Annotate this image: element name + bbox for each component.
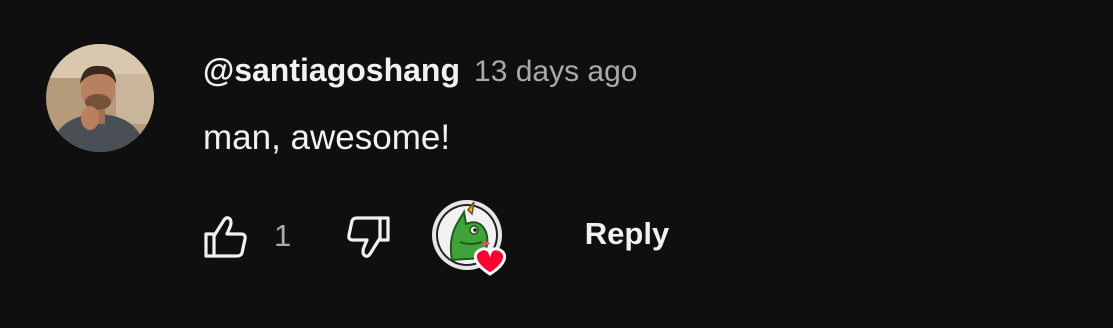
like-button[interactable] xyxy=(200,214,252,260)
thumbs-up-icon xyxy=(204,216,247,258)
like-count: 1 xyxy=(274,218,292,253)
comment-timestamp[interactable]: 13 days ago xyxy=(474,55,637,89)
dislike-button[interactable] xyxy=(342,214,394,260)
comment-thread: @santiagoshang 13 days ago man, awesome!… xyxy=(0,0,1113,328)
author-name[interactable]: @santiagoshang xyxy=(203,52,460,89)
author-avatar[interactable] xyxy=(46,44,154,152)
comment-text: man, awesome! xyxy=(203,118,451,157)
creator-heart-icon xyxy=(432,200,507,276)
avatar-photo-icon xyxy=(46,44,154,152)
thumbs-down-icon xyxy=(347,216,390,258)
reply-button[interactable]: Reply xyxy=(568,206,686,262)
creator-heart-badge xyxy=(430,198,512,276)
comment-header: @santiagoshang 13 days ago xyxy=(203,52,637,92)
comment-action-bar: 1 Reply xyxy=(0,196,1113,280)
